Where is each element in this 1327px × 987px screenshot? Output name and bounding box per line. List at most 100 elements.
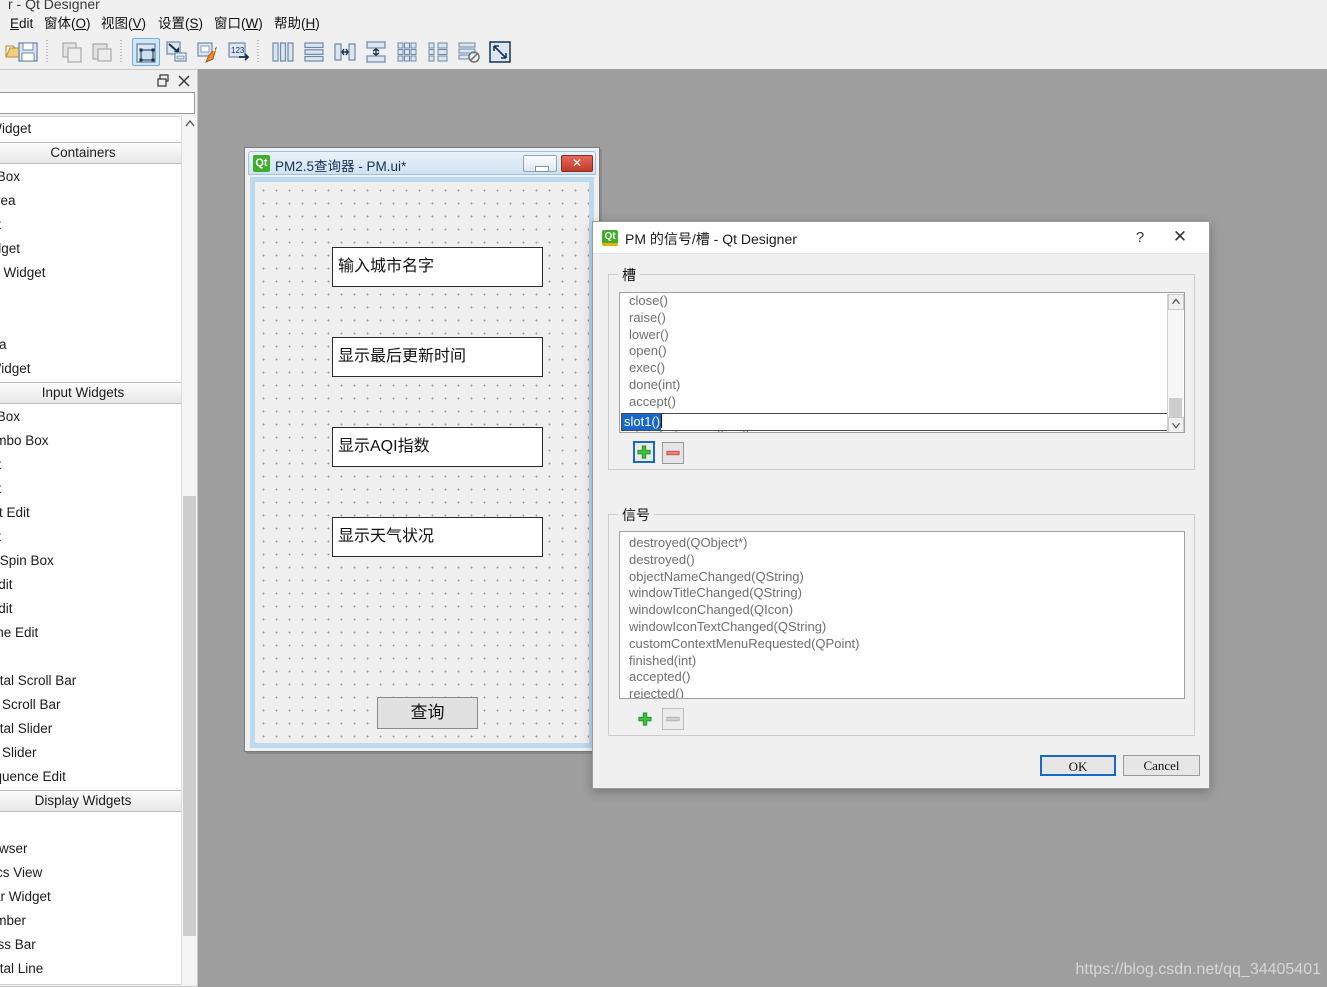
- slot-list-item[interactable]: lower(): [620, 327, 1184, 344]
- signal-list-item[interactable]: windowTitleChanged(QString): [620, 585, 1184, 602]
- widget-box-item[interactable]: get: [0, 309, 188, 333]
- widget-box-item[interactable]: Box: [0, 213, 188, 237]
- widget-box-item[interactable]: ndar Widget: [0, 885, 188, 909]
- widget-box-item[interactable]: Widget: [0, 237, 188, 261]
- widget-box-item[interactable]: ical Scroll Bar: [0, 693, 188, 717]
- signal-list-item[interactable]: finished(int): [620, 653, 1184, 670]
- layout-form-icon[interactable]: [424, 38, 452, 66]
- widget-box-category[interactable]: Containers: [0, 142, 188, 164]
- close-button[interactable]: ✕: [561, 155, 593, 172]
- remove-slot-button[interactable]: [662, 442, 684, 464]
- widget-box-item[interactable]: Area: [0, 333, 188, 357]
- form-titlebar[interactable]: Qt PM2.5查询器 - PM.ui* ✕: [248, 151, 596, 175]
- slot-list-item[interactable]: done(int): [620, 377, 1184, 394]
- widget-box-item[interactable]: ll Area: [0, 189, 188, 213]
- widget-box-item[interactable]: zontal Line: [0, 957, 188, 981]
- widget-box-item[interactable]: Sequence Edit: [0, 765, 188, 789]
- design-canvas[interactable]: Qt PM2.5查询器 - PM.ui* ✕ 输入城市名字 显示最后更新时间 显…: [198, 69, 1327, 987]
- weather-condition-field[interactable]: 显示天气状况: [332, 517, 543, 557]
- widget-box-item[interactable]: k Widget: [0, 357, 188, 381]
- copy-icon[interactable]: [58, 38, 86, 66]
- widget-box-item[interactable]: el: [0, 813, 188, 837]
- query-button[interactable]: 查询: [377, 697, 478, 729]
- widget-box-item[interactable]: phics View: [0, 861, 188, 885]
- menu-item-4[interactable]: 窗口(W): [210, 15, 267, 33]
- signals-slots-dialog[interactable]: Qt PM 的信号/槽 - Qt Designer ? ✕ 槽 close() r…: [592, 221, 1210, 789]
- layout-splitter-h-icon[interactable]: [331, 38, 359, 66]
- slot-list-item[interactable]: exec(): [620, 360, 1184, 377]
- layout-grid-icon[interactable]: [393, 38, 421, 66]
- undock-icon[interactable]: [157, 74, 171, 88]
- scroll-down-icon[interactable]: [1168, 417, 1184, 432]
- widget-box-item[interactable]: ked Widget: [0, 261, 188, 285]
- signal-list-item[interactable]: windowIconChanged(QIcon): [620, 602, 1184, 619]
- signal-list-item[interactable]: rejected(): [620, 686, 1184, 698]
- form-canvas[interactable]: 输入城市名字 显示最后更新时间 显示AQI指数 显示天气状况 查询: [250, 177, 594, 748]
- widget-box-scroll-thumb[interactable]: [183, 496, 196, 936]
- edit-buddies-icon[interactable]: [194, 38, 222, 66]
- widget-box-category[interactable]: Display Widgets: [0, 790, 188, 812]
- aqi-index-field[interactable]: 显示AQI指数: [332, 427, 543, 467]
- slot-name-editor[interactable]: slot1(): [621, 413, 1168, 431]
- widget-box-item[interactable]: /Time Edit: [0, 621, 188, 645]
- widget-box-item[interactable]: ical Slider: [0, 741, 188, 765]
- slot-list-item[interactable]: open(): [620, 343, 1184, 360]
- close-icon[interactable]: [177, 74, 191, 88]
- widget-box-category[interactable]: Input Widgets: [0, 382, 188, 404]
- widget-box-item[interactable]: Text Edit: [0, 501, 188, 525]
- widget-box-item[interactable]: e Edit: [0, 597, 188, 621]
- cancel-button[interactable]: Cancel: [1123, 755, 1200, 776]
- layout-vertically-icon[interactable]: [300, 38, 328, 66]
- signal-list-item[interactable]: customContextMenuRequested(QPoint): [620, 636, 1184, 653]
- widget-box-item[interactable]: Combo Box: [0, 429, 188, 453]
- edit-widgets-icon[interactable]: [132, 38, 160, 66]
- close-icon[interactable]: ✕: [1169, 227, 1191, 249]
- menu-item-1[interactable]: 窗体(O): [40, 15, 95, 33]
- ok-button[interactable]: OK: [1040, 755, 1116, 776]
- form-window[interactable]: Qt PM2.5查询器 - PM.ui* ✕ 输入城市名字 显示最后更新时间 显…: [244, 147, 600, 752]
- widget-box-item[interactable]: Browser: [0, 837, 188, 861]
- widget-box-item[interactable]: zontal Scroll Bar: [0, 669, 188, 693]
- widget-box-item[interactable]: up Box: [0, 165, 188, 189]
- widget-box-item[interactable]: ne: [0, 285, 188, 309]
- signal-list-item[interactable]: accepted(): [620, 669, 1184, 686]
- slots-list-scrollbar[interactable]: [1167, 294, 1184, 432]
- menu-item-3[interactable]: 设置(S): [154, 15, 207, 33]
- widget-box-filter-input[interactable]: [0, 92, 195, 114]
- signals-items[interactable]: destroyed(QObject*) destroyed() objectName…: [620, 532, 1184, 698]
- widget-box-item[interactable]: zontal Slider: [0, 717, 188, 741]
- widget-box-item[interactable]: Number: [0, 909, 188, 933]
- scroll-up-icon[interactable]: [1168, 294, 1184, 310]
- widget-box-item[interactable]: ble Spin Box: [0, 549, 188, 573]
- paste-icon[interactable]: [88, 38, 116, 66]
- widget-box-list[interactable]: e Widget Containers up Box ll Area Box Widg…: [0, 116, 189, 985]
- add-slot-button[interactable]: [633, 441, 655, 463]
- edit-signals-slots-icon[interactable]: [163, 38, 191, 66]
- widget-box-item[interactable]: gress Bar: [0, 933, 188, 957]
- widget-box-item[interactable]: ical Line: [0, 981, 188, 984]
- edit-tab-order-icon[interactable]: 123: [225, 38, 253, 66]
- signals-list[interactable]: destroyed(QObject*) destroyed() objectName…: [619, 531, 1185, 699]
- slot-list-item[interactable]: close(): [620, 293, 1184, 310]
- signal-list-item[interactable]: destroyed(QObject*): [620, 535, 1184, 552]
- widget-box-item[interactable]: Box: [0, 525, 188, 549]
- help-icon[interactable]: ?: [1129, 227, 1151, 249]
- menu-item-5[interactable]: 帮助(H): [270, 15, 324, 33]
- last-update-time-field[interactable]: 显示最后更新时间: [332, 337, 543, 377]
- layout-splitter-v-icon[interactable]: [362, 38, 390, 66]
- layout-horizontally-icon[interactable]: [269, 38, 297, 66]
- widget-box-item[interactable]: e Edit: [0, 573, 188, 597]
- widget-box-item[interactable]: e Widget: [0, 117, 188, 141]
- break-layout-icon[interactable]: [455, 38, 483, 66]
- signal-list-item[interactable]: windowIconTextChanged(QString): [620, 619, 1184, 636]
- adjust-size-icon[interactable]: [486, 38, 514, 66]
- add-signal-button[interactable]: [633, 707, 655, 729]
- menu-item-2[interactable]: 视图(V): [97, 15, 150, 33]
- signal-list-item[interactable]: destroyed(): [620, 552, 1184, 569]
- remove-signal-button[interactable]: [662, 708, 684, 730]
- widget-box-scrollbar[interactable]: [181, 116, 197, 985]
- slot-list-item[interactable]: raise(): [620, 310, 1184, 327]
- slot-list-item[interactable]: accept(): [620, 394, 1184, 411]
- menu-item-0[interactable]: Edit: [6, 15, 37, 33]
- widget-box-item[interactable]: Edit: [0, 477, 188, 501]
